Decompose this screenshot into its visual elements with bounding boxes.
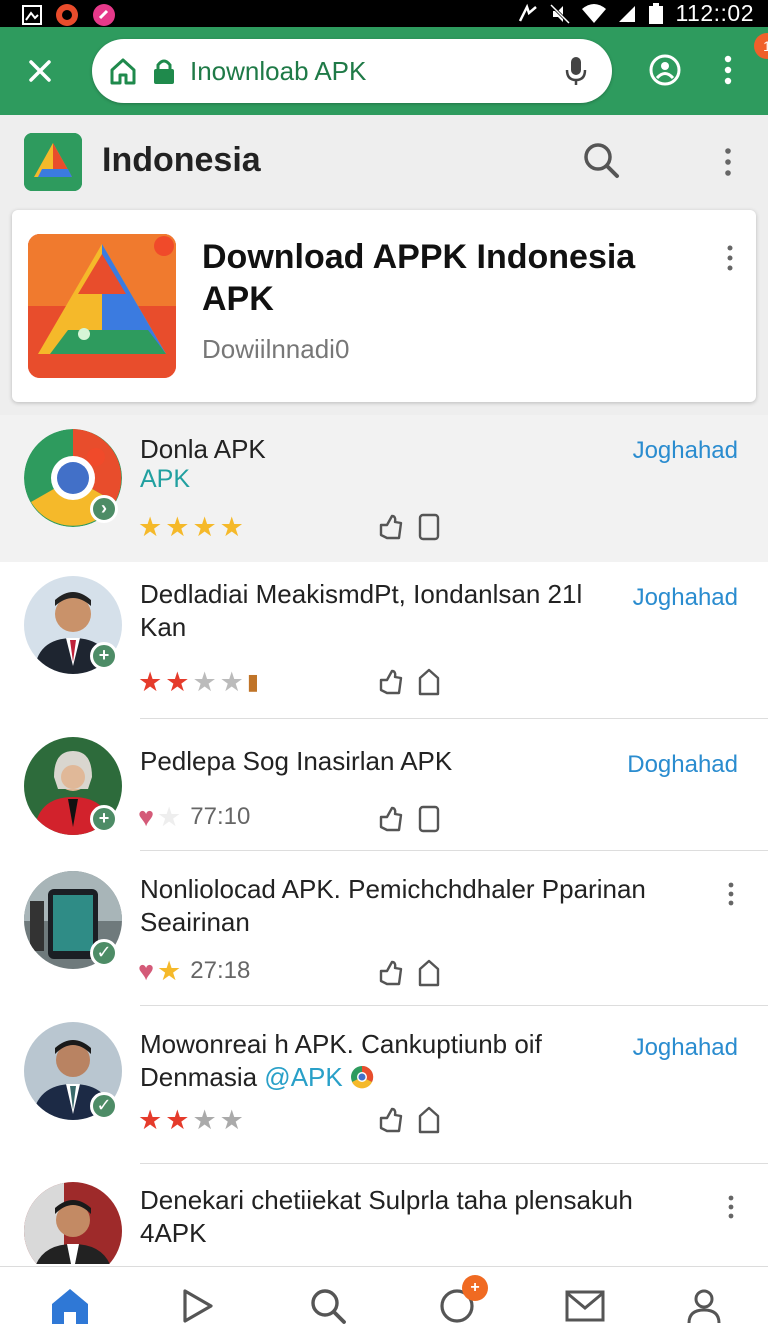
- list-item-subtitle: APK: [140, 465, 191, 493]
- list-item-title: Denekari chetiiekat Sulprla taha plensak…: [140, 1185, 633, 1248]
- apk-tag[interactable]: @APK: [264, 1062, 342, 1092]
- overflow-menu-icon[interactable]: [724, 244, 736, 272]
- bookmark-icon[interactable]: [418, 513, 440, 541]
- mail-icon: [565, 1290, 605, 1322]
- heart-icon[interactable]: ♥: [138, 956, 154, 987]
- list-item-title: Mowonreai h APK. Cankuptiunb oif Denmasi…: [140, 1028, 610, 1094]
- nav-play[interactable]: [172, 1281, 222, 1331]
- nav-search[interactable]: [303, 1281, 353, 1331]
- mic-icon[interactable]: [562, 55, 590, 87]
- list-item[interactable]: + Pedlepa Sog Inasirlan APK Doghahad ♥ ★ …: [0, 719, 768, 851]
- heart-icon[interactable]: ♥: [138, 802, 154, 833]
- app-icon: [28, 234, 176, 378]
- status-clock: 112::02: [675, 0, 754, 26]
- list-item[interactable]: › Donla APK APK Joghahad ★ ★ ★ ★: [0, 415, 768, 562]
- share-icon[interactable]: [418, 1106, 440, 1134]
- signal-icon: [619, 5, 636, 22]
- bottom-navigation: +: [0, 1266, 768, 1344]
- list-item[interactable]: ✓ Mowonreai h APK. Cankuptiunb oif Denma…: [0, 1006, 768, 1164]
- url-text[interactable]: Inownloab APK: [190, 56, 366, 87]
- list-item[interactable]: + Dedladiai MeakismdPt, Iondanlsan 21l K…: [0, 562, 768, 719]
- overflow-menu-icon[interactable]: [726, 1194, 736, 1220]
- share-icon[interactable]: [418, 668, 440, 696]
- rating-count: 77:10: [190, 803, 251, 830]
- profile-icon: [687, 1289, 721, 1324]
- badge-icon: ›: [90, 495, 118, 523]
- overflow-menu-icon[interactable]: [726, 881, 736, 907]
- add-icon[interactable]: +: [90, 642, 118, 670]
- nfc-icon: [519, 3, 538, 22]
- battery-icon: [649, 2, 664, 24]
- play-icon: [183, 1289, 213, 1323]
- mute-icon: [550, 3, 571, 24]
- overflow-menu-icon[interactable]: [720, 53, 736, 87]
- thumbs-up-icon[interactable]: [378, 805, 404, 833]
- featured-app-card[interactable]: Download APPK Indonesia APK Dowiilnnadi0: [12, 210, 756, 402]
- notification-badge: +: [462, 1275, 488, 1301]
- check-icon: ✓: [90, 1092, 118, 1120]
- rating-row: ♥ ★ 77:10: [138, 801, 251, 833]
- lock-icon: [154, 59, 174, 84]
- check-icon: ✓: [90, 939, 118, 967]
- featured-app-subtitle: Dowiilnnadi0: [202, 334, 350, 364]
- list-item-title: Pedlepa Sog Inasirlan APK: [140, 746, 453, 776]
- home-icon[interactable]: [108, 56, 138, 86]
- wifi-icon: [582, 3, 607, 23]
- search-icon[interactable]: [582, 141, 620, 179]
- thumbs-up-icon[interactable]: [378, 513, 404, 541]
- home-icon: [52, 1289, 88, 1324]
- list-item-title: Nonliolocad APK. Pemichchdhaler Pparinan…: [140, 874, 646, 937]
- browser-toolbar: Inownloab APK 1: [0, 27, 768, 115]
- site-title: Indonesia: [102, 141, 261, 179]
- rating-count: 27:18: [190, 957, 251, 984]
- search-icon: [311, 1289, 346, 1324]
- status-bar: 112::02: [0, 0, 768, 27]
- nav-home[interactable]: [45, 1281, 95, 1331]
- close-icon[interactable]: [22, 53, 58, 89]
- rating-row: ♥ ★ 27:18: [138, 955, 251, 987]
- bookmark-icon[interactable]: [418, 805, 440, 833]
- download-button[interactable]: Joghahad: [633, 1034, 738, 1062]
- nav-profile[interactable]: [679, 1281, 729, 1331]
- app-icon: [56, 4, 78, 26]
- notification-badge[interactable]: 1: [754, 33, 768, 59]
- thumbs-up-icon[interactable]: [378, 668, 404, 696]
- app-icon-pink: [93, 4, 115, 26]
- share-icon[interactable]: [418, 959, 440, 987]
- site-logo[interactable]: [24, 133, 82, 191]
- star-rating: ★ ★ ★ ★ ▮: [138, 666, 259, 697]
- avatar: [24, 1182, 122, 1264]
- download-button[interactable]: Joghahad: [633, 437, 738, 465]
- chrome-icon: [350, 1065, 374, 1089]
- site-header: Indonesia Download APPK Indonesia APK Do…: [0, 115, 768, 415]
- app-list: › Donla APK APK Joghahad ★ ★ ★ ★ + Dedladia…: [0, 415, 768, 1264]
- gallery-icon: [22, 5, 42, 25]
- nav-mail[interactable]: [560, 1281, 610, 1331]
- download-button[interactable]: Doghahad: [627, 751, 738, 779]
- thumbs-up-icon[interactable]: [378, 959, 404, 987]
- list-item[interactable]: ✓ Nonliolocad APK. Pemichchdhaler Pparin…: [0, 851, 768, 1006]
- add-icon[interactable]: +: [90, 805, 118, 833]
- download-button[interactable]: Joghahad: [633, 584, 738, 612]
- url-bar[interactable]: Inownloab APK: [92, 39, 612, 103]
- star-rating: ★ ★ ★ ★: [138, 511, 244, 542]
- account-icon[interactable]: [648, 53, 682, 87]
- thumbs-up-icon[interactable]: [378, 1106, 404, 1134]
- list-item-title: Donla APK: [140, 434, 266, 464]
- featured-app-title: Download APPK Indonesia APK: [202, 238, 636, 318]
- list-item-title: Dedladiai MeakismdPt, Iondanlsan 21l Kan: [140, 579, 583, 642]
- overflow-menu-icon[interactable]: [720, 147, 736, 177]
- star-rating: ★ ★ ★ ★: [138, 1104, 244, 1135]
- list-item[interactable]: Denekari chetiiekat Sulprla taha plensak…: [0, 1164, 768, 1264]
